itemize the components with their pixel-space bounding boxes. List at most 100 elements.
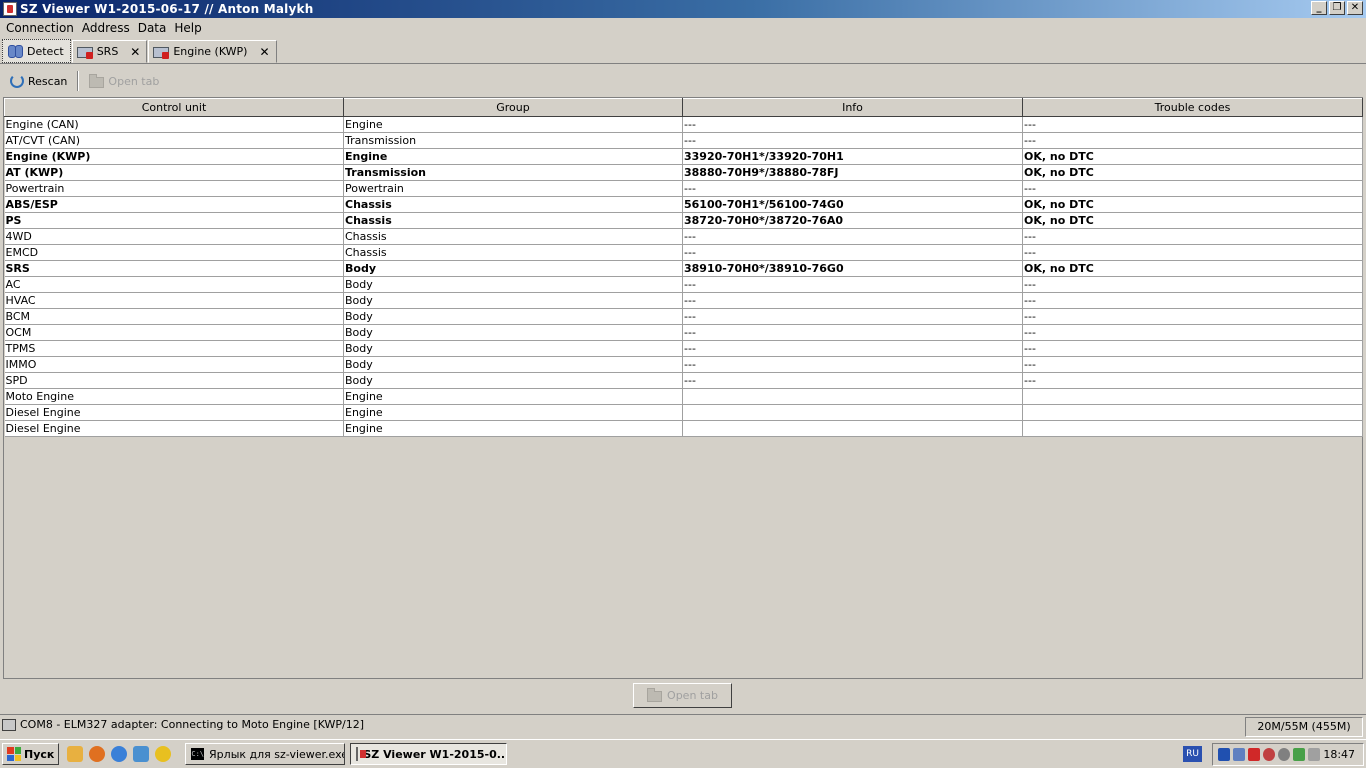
- table-row[interactable]: AC Body --- ---: [4, 276, 1363, 293]
- close-tab-icon[interactable]: ✕: [130, 45, 140, 59]
- table-row[interactable]: OCM Body --- ---: [4, 324, 1363, 341]
- group-cell: Body: [343, 260, 683, 277]
- table-row[interactable]: Diesel Engine Engine: [4, 420, 1363, 437]
- language-indicator[interactable]: RU: [1183, 746, 1202, 762]
- column-header-group[interactable]: Group: [343, 98, 683, 117]
- table-body: Engine (CAN) Engine --- --- AT/CVT (CAN) Tran…: [4, 116, 1363, 437]
- ecu-icon: [153, 45, 170, 59]
- open-tab-bottom-button[interactable]: Open tab: [633, 683, 732, 708]
- tab-detect[interactable]: Detect: [2, 39, 71, 63]
- control-unit-cell: AC: [4, 276, 344, 293]
- rescan-button[interactable]: Rescan: [6, 71, 71, 91]
- control-unit-cell: IMMO: [4, 356, 344, 373]
- info-cell: ---: [682, 244, 1023, 261]
- rescan-label: Rescan: [28, 74, 68, 88]
- table-row[interactable]: Engine (CAN) Engine --- ---: [4, 116, 1363, 133]
- control-unit-cell: TPMS: [4, 340, 344, 357]
- control-units-table[interactable]: Control unit Group Info Trouble codes En…: [3, 97, 1363, 679]
- status-message: COM8 - ELM327 adapter: Connecting to Mot…: [2, 718, 364, 731]
- control-unit-cell: SRS: [4, 260, 344, 277]
- app-icon: [3, 2, 17, 16]
- close-tab-icon[interactable]: ✕: [259, 45, 269, 59]
- maximize-button[interactable]: ❐: [1329, 1, 1345, 15]
- info-cell: ---: [682, 116, 1023, 133]
- info-cell: ---: [682, 292, 1023, 309]
- table-row[interactable]: HVAC Body --- ---: [4, 292, 1363, 309]
- adapter-icon: [2, 718, 16, 731]
- group-cell: Body: [343, 356, 683, 373]
- trouble-codes-cell: OK, no DTC: [1022, 164, 1363, 181]
- group-cell: Body: [343, 308, 683, 325]
- group-cell: Engine: [343, 388, 683, 405]
- tray-volume-icon[interactable]: [1278, 748, 1291, 761]
- info-cell: [682, 388, 1023, 405]
- table-row[interactable]: 4WD Chassis --- ---: [4, 228, 1363, 245]
- clock[interactable]: 18:47: [1323, 748, 1355, 761]
- trouble-codes-cell: ---: [1022, 372, 1363, 389]
- media-player-icon[interactable]: [155, 746, 172, 762]
- trouble-codes-cell: ---: [1022, 132, 1363, 149]
- table-row[interactable]: SRS Body 38910-70H0*/38910-76G0 OK, no DTC: [4, 260, 1363, 277]
- tab-engine-kwp[interactable]: Engine (KWP) ✕: [148, 40, 277, 63]
- quick-launch: [67, 746, 172, 762]
- tray-security-icon[interactable]: [1218, 748, 1231, 761]
- open-tab-button[interactable]: Open tab: [85, 72, 163, 91]
- close-button[interactable]: ✕: [1347, 1, 1363, 15]
- tray-update-icon[interactable]: [1293, 748, 1306, 761]
- column-header-control-unit[interactable]: Control unit: [4, 98, 344, 117]
- firefox-icon[interactable]: [89, 746, 106, 762]
- table-header-row: Control unit Group Info Trouble codes: [4, 98, 1363, 117]
- desktop-icon[interactable]: [133, 746, 150, 762]
- table-row[interactable]: Moto Engine Engine: [4, 388, 1363, 405]
- tray-display-icon[interactable]: [1308, 748, 1321, 761]
- open-tab-label: Open tab: [108, 74, 160, 88]
- info-cell: ---: [682, 180, 1023, 197]
- windows-logo-icon: [7, 747, 21, 761]
- control-unit-cell: BCM: [4, 308, 344, 325]
- table-row[interactable]: BCM Body --- ---: [4, 308, 1363, 325]
- table-row[interactable]: Engine (KWP) Engine 33920-70H1*/33920-70H1…: [4, 148, 1363, 165]
- start-label: Пуск: [24, 747, 55, 761]
- control-unit-cell: Diesel Engine: [4, 404, 344, 421]
- table-row[interactable]: SPD Body --- ---: [4, 372, 1363, 389]
- menu-data[interactable]: Data: [134, 19, 171, 37]
- tray-network-icon[interactable]: [1233, 748, 1246, 761]
- trouble-codes-cell: ---: [1022, 356, 1363, 373]
- tab-srs[interactable]: SRS ✕: [71, 40, 148, 63]
- table-row[interactable]: EMCD Chassis --- ---: [4, 244, 1363, 261]
- menu-address[interactable]: Address: [78, 19, 134, 37]
- window-title: SZ Viewer W1-2015-06-17 // Anton Malykh: [20, 2, 314, 16]
- taskbar-item-shortcut[interactable]: C:\ Ярлык для sz-viewer.exe: [185, 743, 346, 765]
- group-cell: Chassis: [343, 196, 683, 213]
- table-row[interactable]: Diesel Engine Engine: [4, 404, 1363, 421]
- window-controls: _ ❐ ✕: [1311, 1, 1363, 15]
- tray-blocked-icon[interactable]: [1248, 748, 1261, 761]
- memory-usage[interactable]: 20M/55M (455M): [1245, 717, 1363, 737]
- start-button[interactable]: Пуск: [2, 743, 60, 765]
- toolbar: Rescan Open tab: [0, 66, 1366, 96]
- table-row[interactable]: AT/CVT (CAN) Transmission --- ---: [4, 132, 1363, 149]
- info-cell: ---: [682, 324, 1023, 341]
- column-header-info[interactable]: Info: [682, 98, 1023, 117]
- minimize-button[interactable]: _: [1311, 1, 1327, 15]
- title-bar[interactable]: SZ Viewer W1-2015-06-17 // Anton Malykh …: [0, 0, 1366, 18]
- table-row[interactable]: IMMO Body --- ---: [4, 356, 1363, 373]
- group-cell: Body: [343, 340, 683, 357]
- table-row[interactable]: PS Chassis 38720-70H0*/38720-76A0 OK, no DT…: [4, 212, 1363, 229]
- menu-help[interactable]: Help: [170, 19, 205, 37]
- app-icon: [356, 747, 367, 761]
- tray-antivirus-icon[interactable]: [1263, 748, 1276, 761]
- control-unit-cell: PS: [4, 212, 344, 229]
- table-row[interactable]: TPMS Body --- ---: [4, 340, 1363, 357]
- table-row[interactable]: Powertrain Powertrain --- ---: [4, 180, 1363, 197]
- menu-bar: Connection Address Data Help: [0, 18, 1366, 38]
- info-cell: 56100-70H1*/56100-74G0: [682, 196, 1023, 213]
- menu-connection[interactable]: Connection: [2, 19, 78, 37]
- control-unit-cell: SPD: [4, 372, 344, 389]
- office-icon[interactable]: [67, 746, 84, 762]
- table-row[interactable]: AT (KWP) Transmission 38880-70H9*/38880-78…: [4, 164, 1363, 181]
- table-row[interactable]: ABS/ESP Chassis 56100-70H1*/56100-74G0 OK, …: [4, 196, 1363, 213]
- column-header-trouble-codes[interactable]: Trouble codes: [1022, 98, 1363, 117]
- internet-explorer-icon[interactable]: [111, 746, 128, 762]
- taskbar-item-sz-viewer[interactable]: SZ Viewer W1-2015-0...: [350, 743, 508, 765]
